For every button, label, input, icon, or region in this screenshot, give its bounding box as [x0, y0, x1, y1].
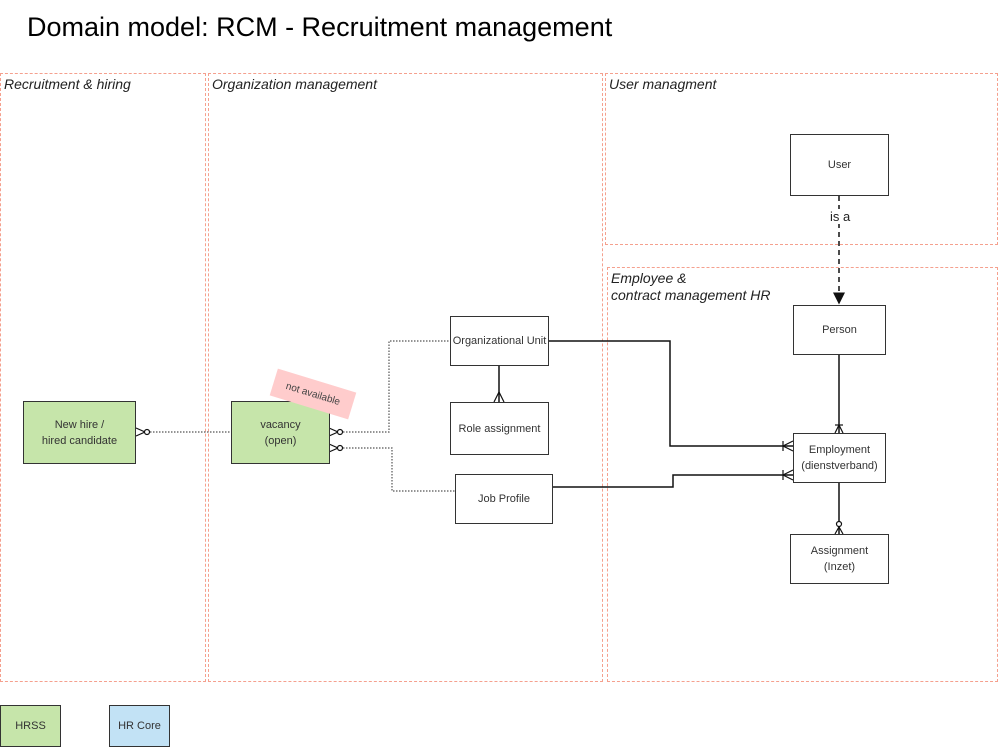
link-employment-assignment	[834, 483, 844, 535]
edge-label-is-a: is a	[829, 209, 852, 224]
entity-employment-line1: Employment	[808, 444, 871, 456]
link-orgunit-roleassignment	[493, 366, 505, 403]
link-vacancy-orgunit	[328, 340, 449, 437]
link-person-employment	[834, 354, 844, 434]
entity-new-hire[interactable]: New hire / hired candidate	[23, 401, 136, 464]
entity-role-assignment-label: Role assignment	[458, 422, 541, 435]
link-vacancy-jobprofile	[328, 443, 455, 492]
legend-hrss-label: HRSS	[15, 720, 46, 732]
entity-role-assignment[interactable]: Role assignment	[450, 402, 549, 455]
legend-hrss: HRSS	[0, 705, 61, 747]
entity-org-unit-label: Organizational Unit	[452, 335, 547, 347]
entity-new-hire-line2: hired candidate	[41, 434, 118, 447]
entity-employment-line2: (dienstverband)	[801, 460, 878, 472]
entity-job-profile-label: Job Profile	[478, 493, 530, 505]
entity-vacancy-line2: (open)	[264, 434, 297, 447]
entity-user-label: User	[827, 159, 852, 171]
entity-person[interactable]: Person	[793, 305, 886, 355]
link-orgunit-employment	[548, 340, 794, 452]
link-jobprofile-employment	[553, 469, 794, 488]
legend-hr-core-label: HR Core	[118, 720, 161, 732]
entity-assignment[interactable]: Assignment (Inzet)	[790, 534, 889, 584]
entity-job-profile[interactable]: Job Profile	[455, 474, 553, 524]
entity-org-unit[interactable]: Organizational Unit	[450, 316, 549, 366]
connectors	[135, 196, 845, 535]
entity-vacancy[interactable]: vacancy (open)	[231, 401, 330, 464]
entity-employment[interactable]: Employment (dienstverband)	[793, 433, 886, 483]
entity-user[interactable]: User	[790, 134, 889, 196]
entity-assignment-line1: Assignment	[810, 545, 869, 557]
entity-assignment-line2: (Inzet)	[823, 561, 856, 573]
legend-hr-core: HR Core	[109, 705, 170, 747]
link-newhire-vacancy	[135, 427, 232, 437]
entity-new-hire-line1: New hire /	[54, 418, 105, 431]
entity-person-label: Person	[822, 324, 857, 336]
entity-vacancy-line1: vacancy	[260, 418, 301, 431]
